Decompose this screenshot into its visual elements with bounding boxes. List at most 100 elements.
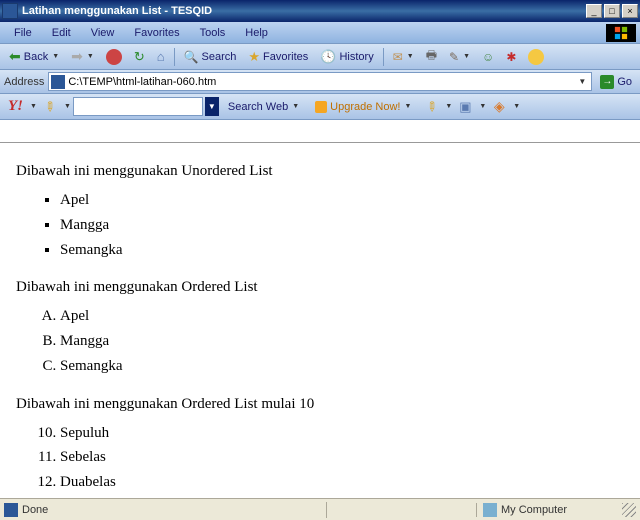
- messenger-icon: ☺: [482, 50, 494, 64]
- messenger-button[interactable]: ☺: [477, 47, 499, 67]
- ordered-heading: Dibawah ini menggunakan Ordered List: [16, 279, 624, 296]
- status-left: Done: [4, 503, 326, 517]
- print-button[interactable]: 🖶: [421, 47, 442, 67]
- yahoo-popup-button[interactable]: ▣: [454, 97, 476, 117]
- yahoo-logo[interactable]: Y!: [4, 98, 27, 115]
- star-icon: ★: [248, 49, 260, 65]
- yahoo-search-input[interactable]: [74, 98, 202, 115]
- resize-grip[interactable]: [622, 503, 636, 517]
- maximize-button[interactable]: □: [604, 4, 620, 18]
- home-button[interactable]: ⌂: [152, 47, 170, 67]
- ordered-list-decimal: Sepuluh Sebelas Duabelas: [60, 423, 624, 494]
- menu-view[interactable]: View: [81, 25, 125, 41]
- upgrade-label: Upgrade Now!: [330, 101, 400, 113]
- menu-help[interactable]: Help: [235, 25, 278, 41]
- toolbar-separator: [383, 48, 384, 66]
- back-button[interactable]: ⬅ Back ▼: [4, 47, 64, 67]
- highlighter-icon: ✎: [422, 97, 441, 116]
- target-icon: ◈: [494, 98, 505, 115]
- navigation-toolbar: ⬅ Back ▼ ➡ ▼ ↻ ⌂ 🔍 Search ★ Favorites 🕓 …: [0, 44, 640, 70]
- popup-icon: ▣: [459, 99, 471, 115]
- chevron-down-icon[interactable]: ▼: [479, 103, 486, 110]
- page-icon: [51, 75, 65, 89]
- chevron-down-icon[interactable]: ▼: [445, 103, 452, 110]
- list-item: Sebelas: [60, 447, 624, 469]
- yahoo-icon: ✱: [506, 50, 516, 64]
- toolbar-separator: [174, 48, 175, 66]
- upgrade-button[interactable]: Upgrade Now! ▼: [308, 97, 418, 117]
- chevron-down-icon[interactable]: ▼: [513, 103, 520, 110]
- address-label: Address: [4, 76, 44, 88]
- edit-button[interactable]: ✎▼: [444, 47, 475, 67]
- menu-edit[interactable]: Edit: [42, 25, 81, 41]
- address-bar: Address ▼ → Go: [0, 70, 640, 94]
- back-arrow-icon: ⬅: [9, 48, 21, 65]
- title-bar: Latihan menggunakan List - TESQID _ □ ×: [0, 0, 640, 22]
- forward-button[interactable]: ➡ ▼: [66, 47, 99, 67]
- yahoo-toolbar: Y! ▼ ✎ ▼ ▼ Search Web ▼ Upgrade Now! ▼ ✎…: [0, 94, 640, 120]
- chevron-down-icon[interactable]: ▼: [30, 103, 37, 110]
- chevron-down-icon: ▼: [87, 53, 94, 60]
- search-icon: 🔍: [184, 50, 199, 64]
- mail-button[interactable]: ✉▼: [388, 47, 419, 67]
- computer-icon: [483, 503, 497, 517]
- status-zone: My Computer: [476, 503, 636, 517]
- list-item: Mangga: [60, 331, 624, 353]
- mail-icon: ✉: [393, 50, 403, 64]
- go-button[interactable]: → Go: [596, 75, 636, 89]
- ordered-list-alpha: Apel Mangga Semangka: [60, 306, 624, 377]
- yahoo-search-box: [73, 97, 203, 116]
- windows-logo-icon: [606, 24, 636, 42]
- unordered-heading: Dibawah ini menggunakan Unordered List: [16, 163, 624, 180]
- home-icon: ⌂: [157, 49, 165, 64]
- window-title: Latihan menggunakan List - TESQID: [22, 5, 586, 17]
- chevron-down-icon: ▼: [404, 103, 411, 110]
- list-item: Sepuluh: [60, 423, 624, 445]
- refresh-icon: ↻: [134, 49, 145, 65]
- zone-label: My Computer: [501, 504, 567, 516]
- menu-tools[interactable]: Tools: [190, 25, 236, 41]
- smiley-button[interactable]: [523, 47, 549, 67]
- list-item: Semangka: [60, 356, 624, 378]
- yahoo-search-dropdown[interactable]: ▼: [205, 97, 219, 116]
- list-item: Duabelas: [60, 472, 624, 494]
- status-text: Done: [22, 504, 48, 516]
- stop-button[interactable]: [101, 47, 127, 67]
- list-item: Apel: [60, 306, 624, 328]
- address-input[interactable]: [68, 76, 575, 88]
- edit-icon: ✎: [449, 50, 459, 64]
- menu-bar: File Edit View Favorites Tools Help: [0, 22, 640, 44]
- forward-arrow-icon: ➡: [71, 48, 83, 65]
- favorites-button[interactable]: ★ Favorites: [243, 47, 313, 67]
- chevron-down-icon[interactable]: ▼: [64, 103, 71, 110]
- history-label: History: [339, 51, 373, 63]
- status-mid-pane: [326, 502, 476, 518]
- address-dropdown[interactable]: ▼: [575, 77, 589, 86]
- minimize-button[interactable]: _: [586, 4, 602, 18]
- chevron-down-icon: ▼: [407, 53, 414, 60]
- chevron-down-icon: ▼: [463, 53, 470, 60]
- back-label: Back: [24, 51, 48, 63]
- yahoo-button[interactable]: ✱: [501, 47, 521, 67]
- close-button[interactable]: ×: [622, 4, 638, 18]
- search-button[interactable]: 🔍 Search: [179, 47, 242, 67]
- yahoo-pencil-button[interactable]: ✎: [39, 97, 61, 117]
- yahoo-target-button[interactable]: ◈: [488, 97, 510, 117]
- history-button[interactable]: 🕓 History: [315, 47, 378, 67]
- search-label: Search: [202, 51, 237, 63]
- list-item: Apel: [60, 190, 624, 212]
- ie-doc-icon: [4, 503, 18, 517]
- yahoo-highlighter-button[interactable]: ✎: [420, 97, 442, 117]
- status-bar: Done My Computer: [0, 498, 640, 520]
- search-web-button[interactable]: Search Web ▼: [221, 97, 306, 117]
- list-item: Mangga: [60, 215, 624, 237]
- refresh-button[interactable]: ↻: [129, 47, 150, 67]
- address-input-container: ▼: [48, 72, 592, 91]
- menu-file[interactable]: File: [4, 25, 42, 41]
- chevron-down-icon: ▼: [292, 103, 299, 110]
- history-icon: 🕓: [320, 49, 336, 65]
- upgrade-icon: [315, 101, 327, 113]
- search-web-label: Search Web: [228, 101, 288, 113]
- list-item: Semangka: [60, 240, 624, 262]
- menu-favorites[interactable]: Favorites: [124, 25, 189, 41]
